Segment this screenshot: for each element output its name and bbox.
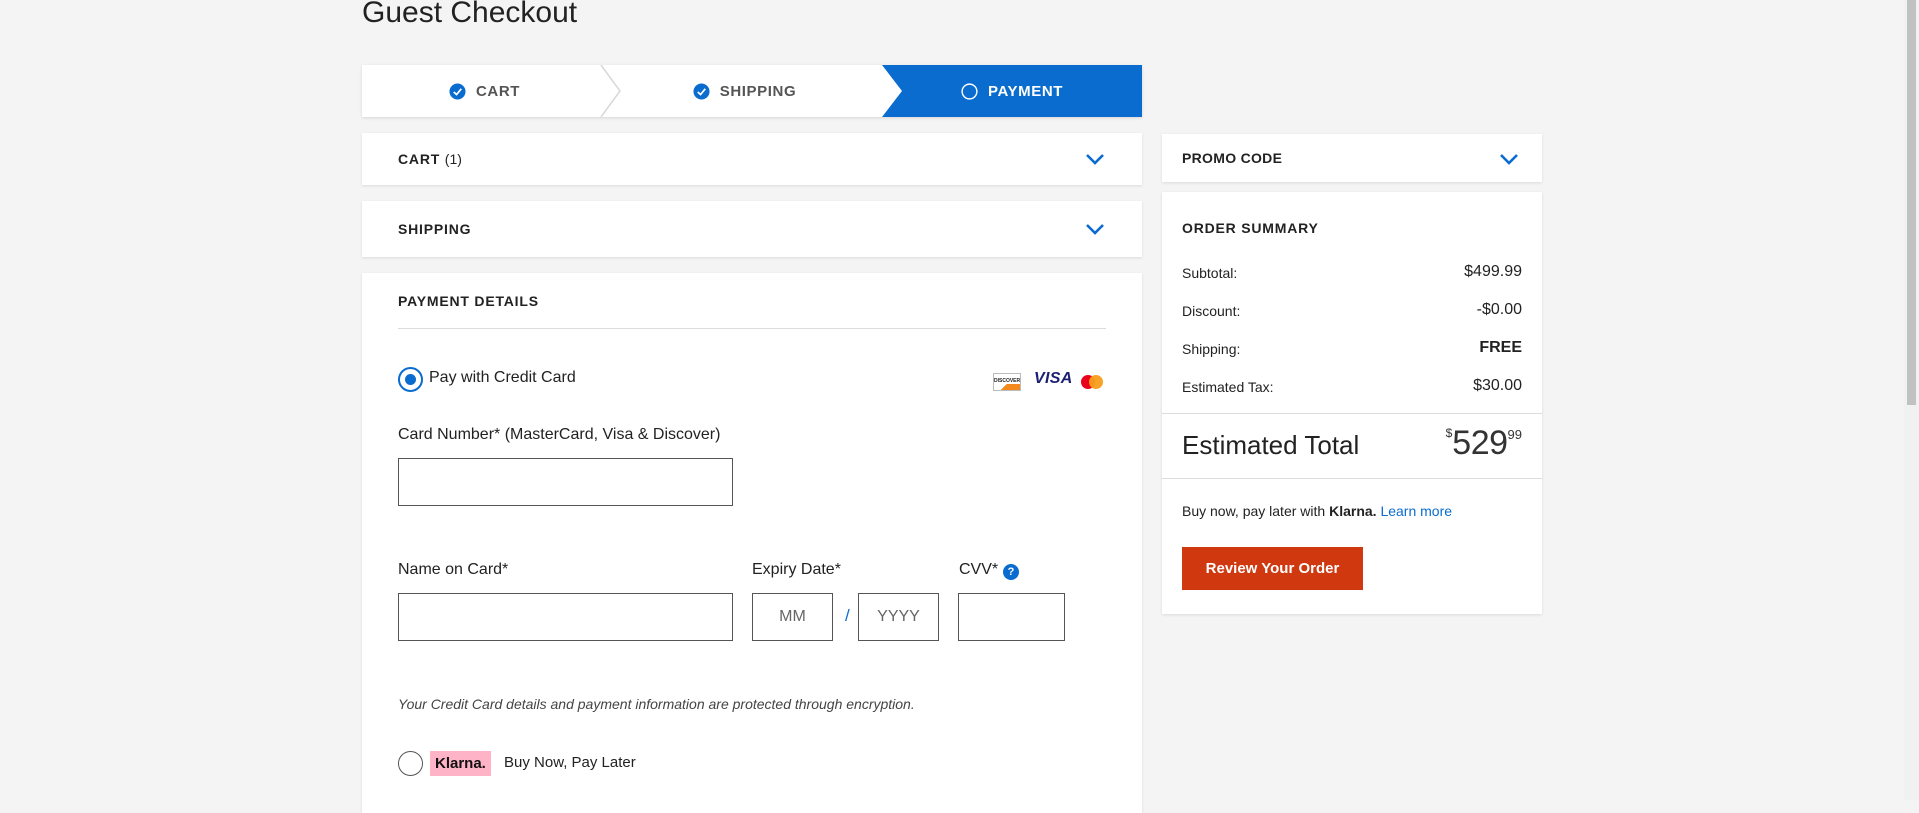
- promo-code-accordion[interactable]: PROMO CODE: [1162, 134, 1542, 182]
- divider: [1162, 478, 1542, 479]
- klarna-option-label: Buy Now, Pay Later: [504, 754, 636, 771]
- summary-label: Shipping:: [1182, 341, 1241, 357]
- step-payment-label: PAYMENT: [987, 82, 1064, 100]
- summary-row-subtotal: Subtotal: $499.99: [1182, 263, 1522, 281]
- summary-label: Subtotal:: [1182, 265, 1238, 281]
- cart-accordion-label: CART: [398, 151, 441, 167]
- shipping-accordion[interactable]: SHIPPING: [362, 201, 1142, 257]
- checkout-stepper: CART SHIPPING PAYMENT: [362, 65, 1142, 117]
- cvv-input[interactable]: [958, 593, 1065, 641]
- divider: [398, 328, 1106, 329]
- expiry-separator: /: [845, 606, 850, 625]
- shipping-accordion-label: SHIPPING: [398, 221, 472, 237]
- check-circle-icon: [693, 82, 710, 100]
- step-shipping[interactable]: SHIPPING: [607, 65, 882, 117]
- summary-row-shipping: Shipping: FREE: [1182, 339, 1522, 357]
- chevron-down-icon[interactable]: [1085, 222, 1105, 236]
- total-currency: $: [1445, 426, 1453, 440]
- klarna-radio[interactable]: [398, 751, 423, 776]
- name-on-card-label: Name on Card*: [398, 561, 509, 578]
- learn-more-link[interactable]: Learn more: [1380, 503, 1452, 519]
- credit-card-radio[interactable]: [398, 367, 423, 392]
- promo-code-label: PROMO CODE: [1182, 150, 1283, 166]
- total-dollars: 529: [1452, 424, 1508, 462]
- summary-row-discount: Discount: -$0.00: [1182, 301, 1522, 319]
- cart-accordion-title: CART (1): [398, 151, 462, 167]
- klarna-logo: Klarna.: [430, 751, 491, 776]
- estimated-total-value: $52999: [1446, 424, 1522, 463]
- card-number-label: Card Number* (MasterCard, Visa & Discove…: [398, 426, 721, 443]
- cvv-label: CVV*: [959, 561, 999, 578]
- step-cart-label: CART: [475, 82, 521, 100]
- page-scrollbar[interactable]: [1904, 0, 1919, 800]
- check-circle-icon: [449, 82, 466, 100]
- chevron-down-icon[interactable]: [1499, 152, 1519, 166]
- summary-value: $499.99: [1464, 263, 1522, 280]
- summary-value: $30.00: [1473, 377, 1522, 394]
- review-order-button[interactable]: Review Your Order: [1182, 547, 1363, 590]
- expiry-month-input[interactable]: [752, 593, 833, 641]
- order-summary-panel: ORDER SUMMARY Subtotal: $499.99 Discount…: [1162, 192, 1542, 614]
- expiry-year-input[interactable]: [858, 593, 939, 641]
- credit-card-option-label: Pay with Credit Card: [429, 369, 576, 386]
- visa-card-icon: VISA: [1034, 370, 1073, 387]
- estimated-total-label: Estimated Total: [1182, 430, 1360, 460]
- empty-circle-icon: [961, 82, 978, 100]
- chevron-down-icon[interactable]: [1085, 152, 1105, 166]
- klarna-promo-prefix: Buy now, pay later with: [1182, 503, 1326, 519]
- scrollbar-thumb[interactable]: [1907, 0, 1916, 405]
- encryption-note: Your Credit Card details and payment inf…: [398, 696, 915, 712]
- cart-accordion[interactable]: CART (1): [362, 133, 1142, 185]
- summary-row-tax: Estimated Tax: $30.00: [1182, 377, 1522, 395]
- page-title: Guest Checkout: [362, 0, 578, 29]
- mastercard-icon: [1081, 375, 1103, 389]
- summary-label: Discount:: [1182, 303, 1241, 319]
- step-shipping-label: SHIPPING: [719, 82, 797, 100]
- expiry-date-label: Expiry Date*: [752, 561, 841, 578]
- payment-details-panel: PAYMENT DETAILS Pay with Credit Card DIS…: [362, 273, 1142, 813]
- step-payment[interactable]: PAYMENT: [882, 65, 1142, 117]
- step-cart[interactable]: CART: [362, 65, 607, 117]
- payment-details-title: PAYMENT DETAILS: [398, 293, 539, 309]
- name-on-card-input[interactable]: [398, 593, 733, 641]
- summary-value: -$0.00: [1476, 301, 1522, 318]
- klarna-brand: Klarna.: [1329, 503, 1377, 519]
- card-number-input[interactable]: [398, 458, 733, 506]
- klarna-promo-text: Buy now, pay later with Klarna. Learn mo…: [1182, 503, 1452, 519]
- order-summary-title: ORDER SUMMARY: [1182, 220, 1319, 236]
- cart-item-count: (1): [444, 151, 462, 167]
- summary-value: FREE: [1479, 339, 1522, 356]
- divider: [1162, 413, 1542, 414]
- summary-label: Estimated Tax:: [1182, 379, 1274, 395]
- cvv-help-icon[interactable]: ?: [1003, 564, 1019, 580]
- discover-card-icon: DISCOVER: [993, 373, 1021, 391]
- total-cents: 99: [1507, 427, 1522, 442]
